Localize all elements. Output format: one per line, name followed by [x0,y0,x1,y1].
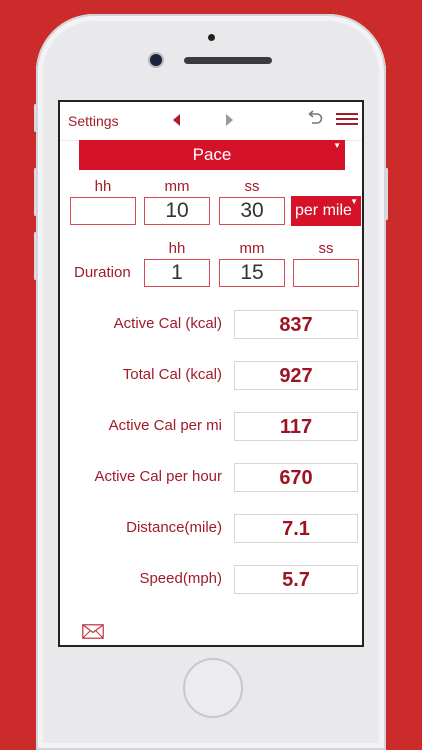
mute-switch [34,104,37,132]
duration-hh-header: hh [168,240,186,257]
duration-label: Duration [74,264,131,281]
mail-icon[interactable] [82,624,104,639]
active-cal-per-mi-value: 117 [234,412,358,441]
duration-mm-header: mm [239,240,265,257]
nav-bar: Settings [60,102,362,141]
total-cal-value: 927 [234,361,358,390]
home-button[interactable] [183,658,243,718]
distance-value: 7.1 [234,514,358,543]
menu-icon[interactable] [336,113,358,125]
active-cal-per-hour-label: Active Cal per hour [94,468,222,485]
dropdown-caret-icon: ▼ [350,197,358,206]
active-cal-per-mi-label: Active Cal per mi [108,417,222,434]
pace-unit-selector[interactable]: per mile ▼ [291,196,361,226]
duration-ss-input[interactable] [293,259,359,287]
active-cal-per-hour-value: 670 [234,463,358,492]
settings-button[interactable]: Settings [68,113,119,129]
app-screen: Settings Pace ▼ hh mm ss 10 30 per mile … [58,100,364,647]
pace-mm-header: mm [164,178,190,195]
pace-hh-header: hh [94,178,112,195]
power-button [385,168,388,220]
next-arrow-icon[interactable] [226,114,233,126]
pace-ss-header: ss [244,178,260,195]
duration-hh-input[interactable]: 1 [144,259,210,287]
mode-label: Pace [192,145,232,164]
undo-icon[interactable] [306,110,324,128]
dropdown-caret-icon: ▼ [333,141,341,150]
total-cal-label: Total Cal (kcal) [122,366,222,383]
active-cal-label: Active Cal (kcal) [113,315,222,332]
volume-down-button [34,232,37,280]
active-cal-value: 837 [234,310,358,339]
volume-up-button [34,168,37,216]
speed-value: 5.7 [234,565,358,594]
duration-mm-input[interactable]: 15 [219,259,285,287]
prev-arrow-icon[interactable] [173,114,180,126]
distance-label: Distance(mile) [126,519,222,536]
duration-ss-header: ss [318,240,334,257]
pace-hh-input[interactable] [70,197,136,225]
sensor-dot [208,34,215,41]
pace-unit-label: per mile [295,202,352,219]
front-camera [150,54,162,66]
mode-selector[interactable]: Pace ▼ [79,140,345,170]
pace-mm-input[interactable]: 10 [144,197,210,225]
pace-ss-input[interactable]: 30 [219,197,285,225]
speed-label: Speed(mph) [139,570,222,587]
earpiece-speaker [184,57,272,64]
